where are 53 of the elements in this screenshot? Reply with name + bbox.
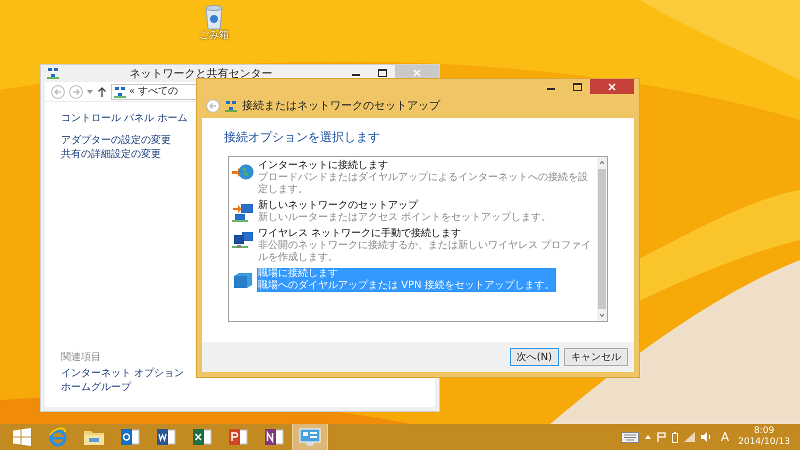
keyboard-icon[interactable] <box>620 432 639 442</box>
option-title: ワイヤレス ネットワークに手動で接続します <box>258 228 462 240</box>
dropdown-icon[interactable] <box>87 90 93 94</box>
globe-icon <box>232 162 254 182</box>
clock-time: 8:09 <box>754 426 774 437</box>
recycle-bin-icon[interactable] <box>204 4 224 30</box>
battery-icon[interactable] <box>672 432 678 442</box>
dialog-title: 接続またはネットワークのセットアップ <box>242 98 440 114</box>
network-icon <box>47 67 59 79</box>
close-icon <box>608 82 616 90</box>
close-icon <box>413 68 421 76</box>
control-panel-icon <box>299 427 321 447</box>
signal-icon[interactable] <box>684 432 695 442</box>
dialog-button[interactable]: キャンセル <box>564 348 628 366</box>
flag-icon[interactable] <box>656 432 666 442</box>
network-setup-icon <box>232 202 254 222</box>
document-icon <box>156 427 176 447</box>
speaker-icon[interactable] <box>700 432 712 442</box>
network-icon <box>114 86 126 98</box>
forward-icon[interactable] <box>69 84 83 98</box>
dialog-button[interactable]: 次へ(N) <box>510 348 559 366</box>
scrollbar[interactable] <box>597 157 607 321</box>
option-description: 職場へのダイヤルアップまたは VPN 接続をセットアップします。 <box>258 280 555 292</box>
option-description: 新しいルーターまたはアクセス ポイントをセットアップします。 <box>258 212 552 224</box>
option-title: 新しいネットワークのセットアップ <box>258 200 420 212</box>
caret-up-icon[interactable] <box>644 435 651 439</box>
option-item[interactable]: インターネットに接続します ブロードバンドまたはダイヤルアップによるインターネットへの接続を設定します。 <box>257 160 593 196</box>
breadcrumb-chevron: « <box>129 85 136 99</box>
address-text: すべての <box>138 85 178 99</box>
option-item[interactable]: 新しいネットワークのセットアップ 新しいルーターまたはアクセス ポイントをセットアップします。 <box>257 200 552 224</box>
wireless-setup-icon <box>232 230 254 250</box>
option-title: インターネットに接続します <box>258 160 389 172</box>
presentation-icon <box>228 427 248 447</box>
close-button[interactable] <box>590 79 634 94</box>
option-description: 非公開のネットワークに接続するか、または新しいワイヤレス プロファイルを作成します。 <box>258 240 592 264</box>
windows-logo-icon <box>13 428 31 446</box>
option-title: 職場に接続します <box>258 268 339 280</box>
desktop-icon-label: ごみ箱 <box>199 30 229 42</box>
up-arrow-icon[interactable] <box>97 86 107 96</box>
spreadsheet-icon <box>192 427 212 447</box>
dialog-heading: 接続オプションを選択します <box>223 129 381 146</box>
related-heading: 関連項目 <box>61 351 102 365</box>
network-setup-icon <box>225 100 237 112</box>
workplace-icon <box>232 270 254 290</box>
browser-icon <box>48 427 68 447</box>
back-icon[interactable] <box>51 84 65 98</box>
clock-date: 2014/10/13 <box>738 437 790 448</box>
mail-icon <box>120 427 140 447</box>
option-item[interactable]: ワイヤレス ネットワークに手動で接続します 非公開のネットワークに接続するか、または新しいワイヤレス プロファイルを作成します。 <box>257 228 593 264</box>
related-link[interactable]: ホームグループ <box>61 381 435 395</box>
back-icon[interactable] <box>206 99 220 113</box>
option-description: ブロードバンドまたはダイヤルアップによるインターネットへの接続を設定します。 <box>258 172 589 196</box>
notebook-icon <box>264 427 284 447</box>
